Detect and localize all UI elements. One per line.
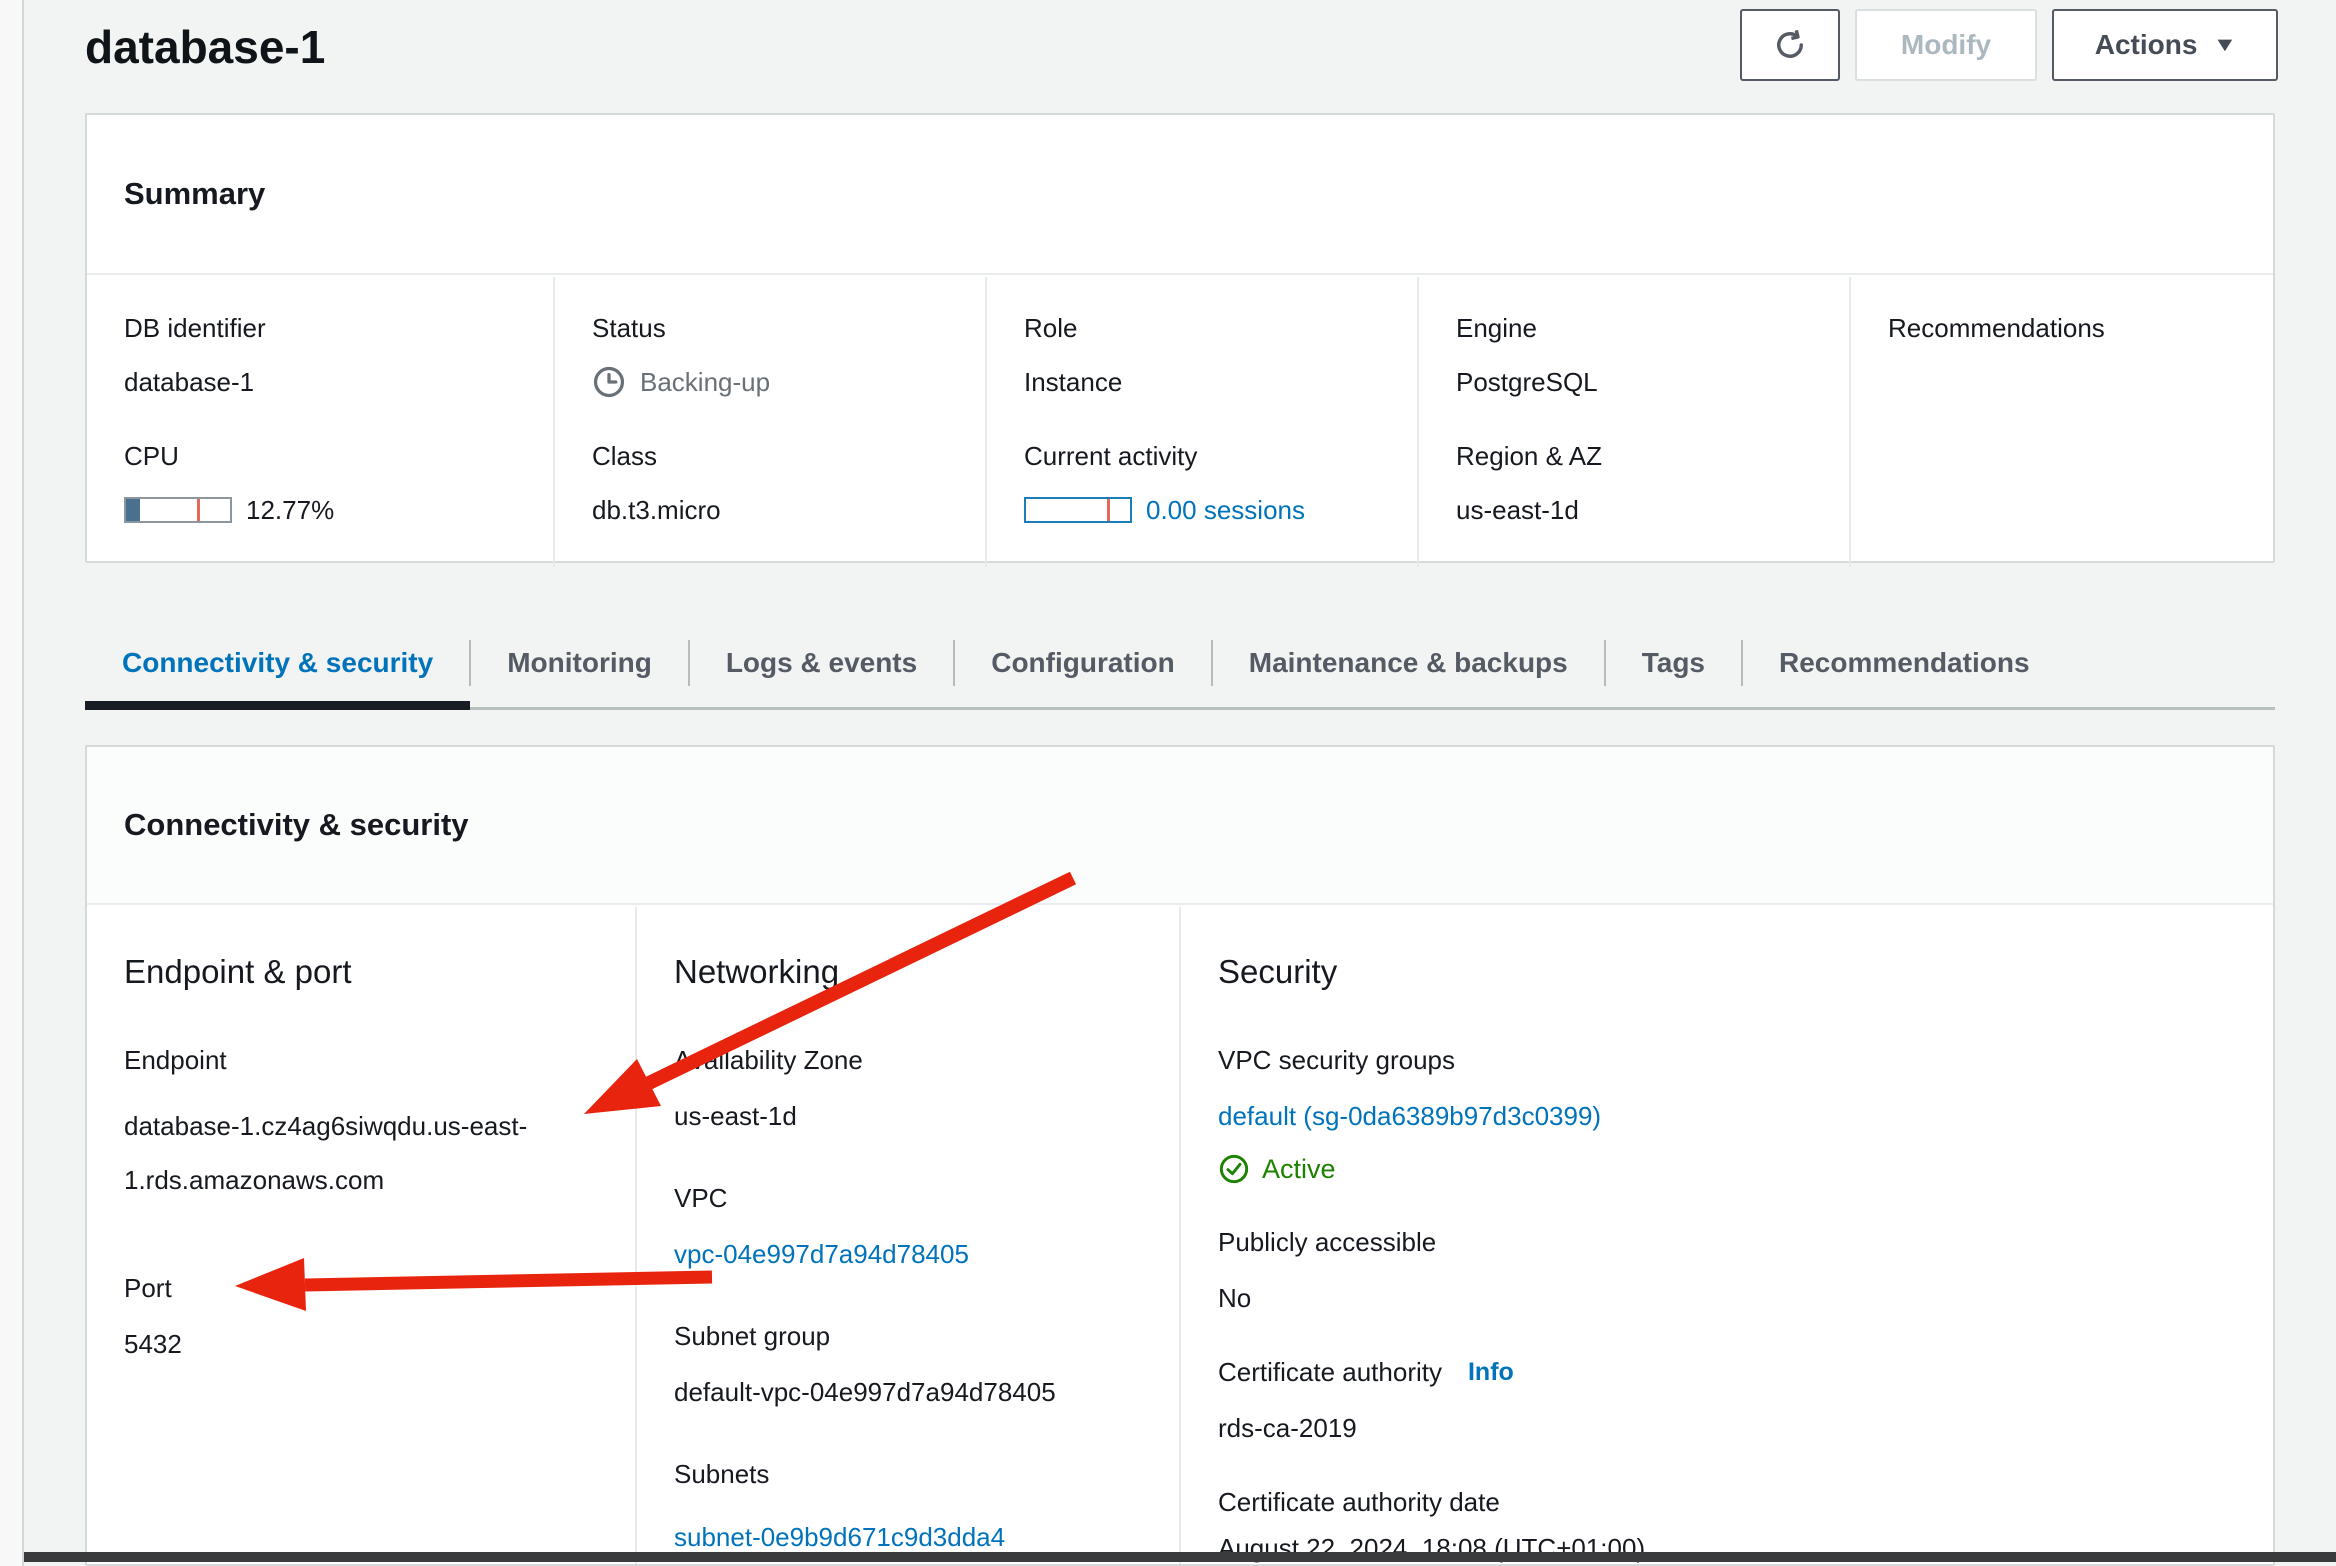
check-circle-icon bbox=[1218, 1153, 1250, 1185]
port-label: Port bbox=[124, 1271, 611, 1305]
class-label: Class bbox=[592, 439, 965, 473]
networking-title: Networking bbox=[674, 953, 1155, 991]
security-section: Security VPC security groups default (sg… bbox=[1179, 907, 2273, 1566]
connectivity-body: Endpoint & port Endpoint database-1.cz4a… bbox=[87, 907, 2273, 1564]
summary-panel-title: Summary bbox=[87, 115, 2273, 275]
current-activity-value: 0.00 sessions bbox=[1146, 493, 1305, 527]
certificate-authority-label: Certificate authority bbox=[1218, 1355, 1442, 1389]
region-az-value: us-east-1d bbox=[1456, 493, 1829, 527]
endpoint-port-title: Endpoint & port bbox=[124, 953, 611, 991]
status-value: Backing-up bbox=[640, 365, 770, 399]
activity-meter bbox=[1024, 497, 1132, 523]
summary-col-engine: Engine PostgreSQL Region & AZ us-east-1d bbox=[1417, 277, 1849, 567]
recommendations-label: Recommendations bbox=[1888, 311, 2253, 345]
summary-grid: DB identifier database-1 CPU 12.77% Stat… bbox=[87, 277, 2273, 561]
window-bottom-edge bbox=[24, 1552, 2336, 1562]
current-activity-label: Current activity bbox=[1024, 439, 1397, 473]
cpu-label: CPU bbox=[124, 439, 533, 473]
summary-col-recommendations: Recommendations bbox=[1849, 277, 2273, 567]
certificate-authority-date-label: Certificate authority date bbox=[1218, 1485, 2249, 1519]
publicly-accessible-value: No bbox=[1218, 1281, 2249, 1315]
clock-icon bbox=[592, 365, 626, 399]
caret-down-icon: ▼ bbox=[2213, 34, 2238, 57]
port-value: 5432 bbox=[124, 1327, 611, 1361]
actions-button[interactable]: Actions ▼ bbox=[2052, 9, 2278, 81]
tab-monitoring[interactable]: Monitoring bbox=[470, 618, 689, 707]
tab-logs-events[interactable]: Logs & events bbox=[689, 618, 954, 707]
vpc-link[interactable]: vpc-04e997d7a94d78405 bbox=[674, 1239, 969, 1269]
detail-tabs: Connectivity & security Monitoring Logs … bbox=[85, 618, 2275, 710]
role-label: Role bbox=[1024, 311, 1397, 345]
page-title: database-1 bbox=[85, 20, 325, 74]
availability-zone-label: Availability Zone bbox=[674, 1043, 1155, 1077]
summary-col-identifier: DB identifier database-1 CPU 12.77% bbox=[87, 277, 553, 567]
certificate-authority-info-link[interactable]: Info bbox=[1468, 1355, 1514, 1389]
status-label: Status bbox=[592, 311, 965, 345]
security-title: Security bbox=[1218, 953, 2249, 991]
engine-value: PostgreSQL bbox=[1456, 365, 1829, 399]
cpu-meter bbox=[124, 497, 232, 523]
tab-recommendations[interactable]: Recommendations bbox=[1742, 618, 2067, 707]
region-az-label: Region & AZ bbox=[1456, 439, 1829, 473]
role-value: Instance bbox=[1024, 365, 1397, 399]
summary-panel: Summary DB identifier database-1 CPU 12.… bbox=[85, 113, 2275, 563]
tab-tags[interactable]: Tags bbox=[1605, 618, 1742, 707]
actions-button-label: Actions bbox=[2095, 29, 2198, 61]
left-gutter bbox=[0, 0, 24, 1566]
subnet-group-value: default-vpc-04e997d7a94d78405 bbox=[674, 1375, 1155, 1409]
toolbar: Modify Actions ▼ bbox=[1740, 9, 2278, 81]
connectivity-security-panel: Connectivity & security Endpoint & port … bbox=[85, 745, 2275, 1566]
subnet-link-1[interactable]: subnet-0e9b9d671c9d3dda4 bbox=[674, 1522, 1005, 1552]
subnets-label: Subnets bbox=[674, 1457, 1155, 1491]
vpc-security-groups-label: VPC security groups bbox=[1218, 1043, 2249, 1077]
tab-configuration[interactable]: Configuration bbox=[954, 618, 1212, 707]
endpoint-port-section: Endpoint & port Endpoint database-1.cz4a… bbox=[87, 907, 635, 1566]
certificate-authority-value: rds-ca-2019 bbox=[1218, 1411, 2249, 1445]
connectivity-security-title: Connectivity & security bbox=[87, 747, 2273, 905]
db-identifier-value: database-1 bbox=[124, 365, 533, 399]
endpoint-value: database-1.cz4ag6siwqdu.us-east-1.rds.am… bbox=[124, 1099, 556, 1207]
networking-section: Networking Availability Zone us-east-1d … bbox=[635, 907, 1179, 1566]
summary-col-status: Status Backing-up Class db.t3.micro bbox=[553, 277, 985, 567]
subnet-group-label: Subnet group bbox=[674, 1319, 1155, 1353]
class-value: db.t3.micro bbox=[592, 493, 965, 527]
engine-label: Engine bbox=[1456, 311, 1829, 345]
summary-col-role: Role Instance Current activity 0.00 sess… bbox=[985, 277, 1417, 567]
vpc-label: VPC bbox=[674, 1181, 1155, 1215]
security-group-status: Active bbox=[1262, 1154, 1336, 1185]
refresh-icon bbox=[1772, 27, 1808, 63]
tab-connectivity-security[interactable]: Connectivity & security bbox=[85, 618, 470, 707]
modify-button[interactable]: Modify bbox=[1855, 9, 2037, 81]
refresh-button[interactable] bbox=[1740, 9, 1840, 81]
security-group-link[interactable]: default (sg-0da6389b97d3c0399) bbox=[1218, 1101, 1601, 1131]
endpoint-label: Endpoint bbox=[124, 1043, 611, 1077]
db-identifier-label: DB identifier bbox=[124, 311, 533, 345]
cpu-value: 12.77% bbox=[246, 493, 334, 527]
tab-maintenance-backups[interactable]: Maintenance & backups bbox=[1212, 618, 1605, 707]
publicly-accessible-label: Publicly accessible bbox=[1218, 1225, 2249, 1259]
availability-zone-value: us-east-1d bbox=[674, 1099, 1155, 1133]
